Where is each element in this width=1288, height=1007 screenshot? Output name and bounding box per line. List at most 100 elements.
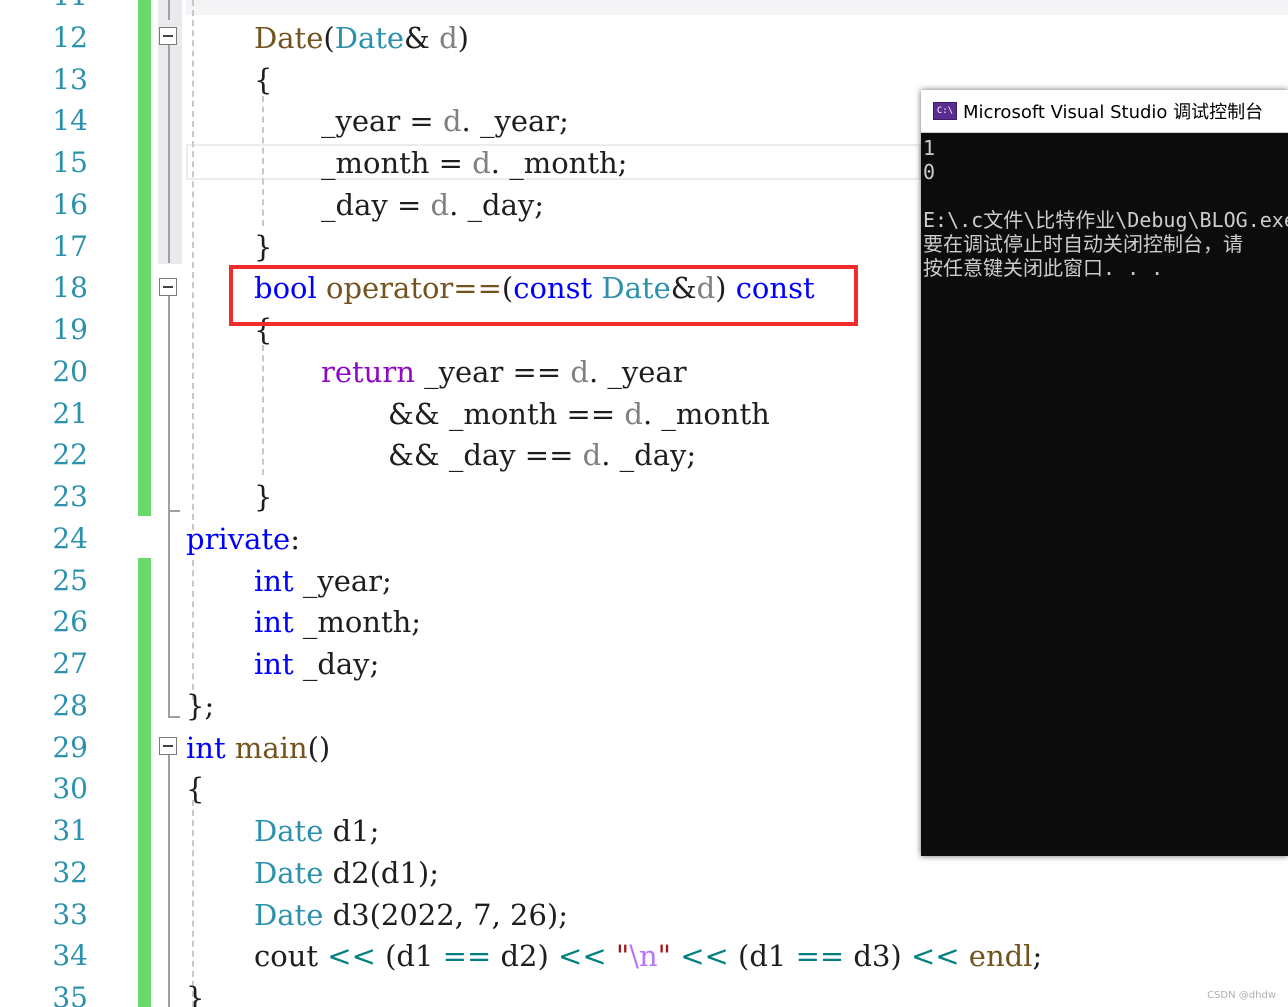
- code-token: int: [186, 730, 226, 765]
- code-token: _year ==: [414, 354, 571, 389]
- line-number: 31: [52, 814, 88, 847]
- code-line[interactable]: _month = d. _month;: [321, 142, 627, 184]
- code-line[interactable]: return _year == d. _year: [321, 351, 687, 393]
- indent-guide: [192, 0, 194, 530]
- line-number: 21: [52, 396, 88, 430]
- code-line[interactable]: _day = d. _day;: [321, 184, 544, 226]
- fold-end: [168, 716, 180, 718]
- code-token: }: [186, 981, 205, 1007]
- code-token: d: [624, 396, 643, 431]
- line-number: 30: [52, 772, 88, 806]
- code-line[interactable]: cout << (d1 == d2) << "\n" << (d1 == d3)…: [254, 935, 1042, 977]
- code-line[interactable]: Date d3(2022, 7, 26);: [254, 894, 568, 936]
- code-line[interactable]: }: [186, 977, 204, 1007]
- code-line[interactable]: }: [254, 476, 272, 518]
- code-token: &: [404, 20, 440, 55]
- code-token: };: [186, 688, 215, 723]
- code-token: . _day;: [449, 187, 545, 222]
- code-token: \n: [629, 939, 658, 974]
- code-token: ==: [795, 939, 845, 974]
- code-token: Date: [334, 20, 405, 55]
- line-number: 19: [52, 313, 88, 346]
- code-line[interactable]: && _day == d. _day;: [388, 434, 696, 476]
- code-token: main: [234, 730, 308, 765]
- line-number: 32: [52, 855, 88, 889]
- code-token: return: [321, 354, 415, 389]
- code-token: (d1: [375, 939, 443, 974]
- code-line[interactable]: private:: [186, 518, 300, 560]
- code-line[interactable]: };: [186, 685, 214, 727]
- fold-line: [168, 0, 170, 20]
- line-number: 13: [52, 62, 88, 96]
- code-token: cout: [254, 939, 328, 974]
- watermark: CSDN @dhdw: [1207, 990, 1276, 1001]
- line-number: 22: [52, 438, 88, 472]
- code-token: _month =: [321, 146, 473, 180]
- code-line[interactable]: Date(Date& d): [254, 17, 469, 59]
- code-token: d3(2022, 7, 26);: [323, 897, 569, 932]
- code-line[interactable]: && _month == d. _month: [388, 393, 770, 435]
- line-number: 16: [52, 187, 88, 221]
- code-line[interactable]: int main(): [186, 727, 330, 769]
- code-line[interactable]: _year = d. _year;: [321, 100, 569, 142]
- code-line[interactable]: int _day;: [254, 643, 379, 685]
- code-token: d2): [491, 939, 559, 974]
- code-token: :: [290, 521, 300, 556]
- code-token: <<: [327, 939, 376, 974]
- fold-line: [168, 45, 170, 263]
- line-number: 17: [52, 229, 88, 263]
- code-token: _month;: [293, 605, 422, 640]
- code-token: int: [254, 647, 294, 681]
- line-number: 18: [52, 271, 88, 305]
- code-token: . _year: [588, 354, 687, 389]
- code-token: <<: [558, 939, 607, 974]
- code-line[interactable]: {: [186, 768, 204, 810]
- code-token: <<: [680, 939, 729, 974]
- line-number: 20: [52, 354, 88, 388]
- line-number: 15: [52, 146, 88, 179]
- code-token: (d1: [728, 939, 796, 974]
- code-token: && _month ==: [388, 396, 625, 431]
- code-token: ): [457, 20, 469, 55]
- code-token: d: [442, 104, 462, 139]
- code-token: int: [254, 563, 294, 598]
- console-title-bar[interactable]: C:\ Microsoft Visual Studio 调试控制台: [921, 90, 1288, 133]
- fold-toggle-icon[interactable]: [159, 737, 177, 755]
- debug-console-window[interactable]: C:\ Microsoft Visual Studio 调试控制台 1 0 E:…: [921, 90, 1288, 856]
- indent-guide: [192, 560, 194, 700]
- code-token: . _day;: [601, 438, 697, 473]
- code-token: }: [254, 480, 273, 514]
- console-app-icon: C:\: [933, 102, 957, 120]
- code-line[interactable]: {: [254, 59, 272, 101]
- code-token: d: [582, 438, 602, 473]
- line-number: 29: [52, 730, 88, 764]
- line-number: 26: [52, 605, 88, 639]
- code-token: && _day ==: [388, 438, 583, 473]
- code-line[interactable]: }: [254, 226, 272, 268]
- line-number: 34: [52, 939, 88, 973]
- console-title: Microsoft Visual Studio 调试控制台: [963, 102, 1264, 123]
- fold-toggle-icon[interactable]: [159, 278, 177, 296]
- code-token: ==: [442, 939, 492, 974]
- line-number: 14: [52, 104, 88, 138]
- code-token: d3): [844, 939, 911, 974]
- region-shade: [186, 0, 1288, 15]
- highlight-annotation-box: [229, 265, 858, 326]
- fold-line: [168, 755, 170, 1007]
- indent-guide: [262, 345, 264, 475]
- code-token: Date: [254, 20, 324, 55]
- code-line[interactable]: Date d2(d1);: [254, 852, 439, 894]
- code-token: }: [254, 229, 273, 264]
- line-number: 27: [52, 647, 88, 680]
- line-number: 25: [52, 563, 88, 597]
- code-token: d1;: [323, 814, 380, 848]
- code-token: (: [323, 20, 335, 55]
- code-line[interactable]: Date d1;: [254, 810, 379, 852]
- fold-toggle-icon[interactable]: [159, 27, 177, 45]
- indent-guide: [192, 800, 194, 1007]
- code-line[interactable]: int _year;: [254, 560, 392, 602]
- code-line[interactable]: int _month;: [254, 601, 421, 643]
